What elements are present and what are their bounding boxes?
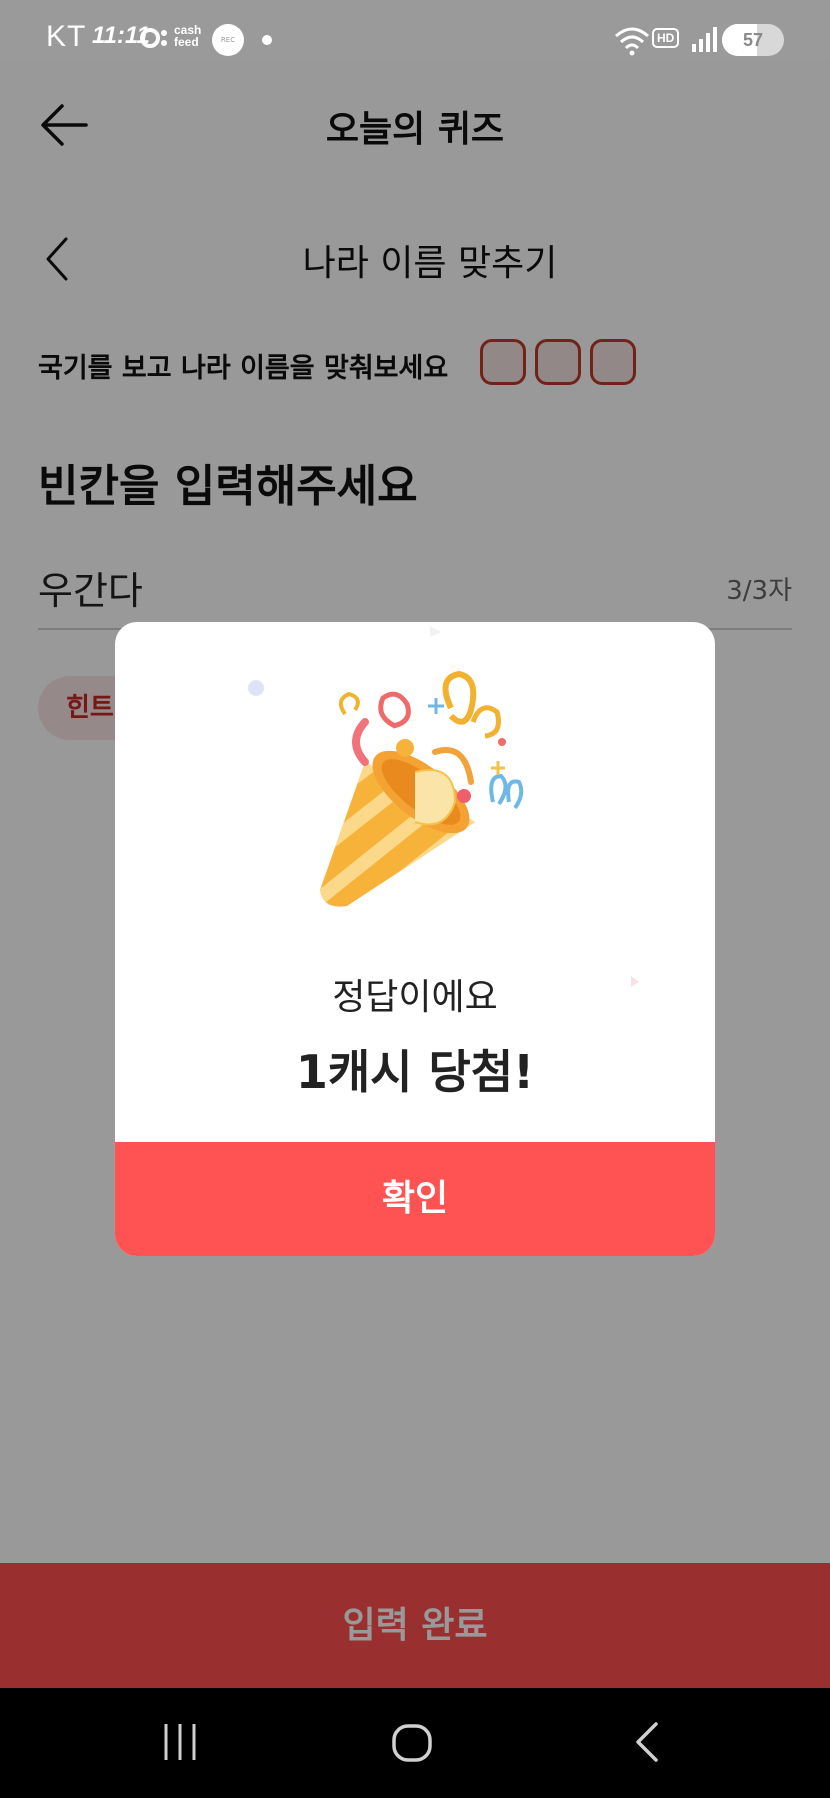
signal-icon — [692, 27, 717, 52]
wifi-icon — [615, 27, 649, 56]
dialog-reward: 1캐시 당첨! — [295, 1045, 535, 1099]
notification-dot-icon — [262, 35, 272, 45]
home-icon[interactable] — [390, 1720, 434, 1764]
nav-back-icon[interactable] — [626, 1720, 670, 1764]
system-nav-bar — [0, 1688, 830, 1798]
battery-icon: 57 — [722, 24, 784, 56]
carrier-label: KT — [46, 20, 87, 53]
recording-icon — [140, 28, 167, 48]
confirm-button[interactable]: 확인 — [115, 1142, 715, 1256]
battery-level: 57 — [742, 30, 764, 50]
dialog-message: 정답이에요 — [332, 977, 498, 1018]
status-bar: KT 11:11 cash feed REC HD 57 — [0, 0, 830, 62]
recents-icon[interactable] — [158, 1720, 202, 1764]
correct-answer-dialog: 정답이에요 1캐시 당첨! 확인 — [115, 622, 715, 1256]
call-record-icon: REC — [212, 24, 244, 56]
cashfeed-logo: cash feed — [174, 23, 202, 49]
hd-voice-icon: HD — [652, 28, 680, 48]
